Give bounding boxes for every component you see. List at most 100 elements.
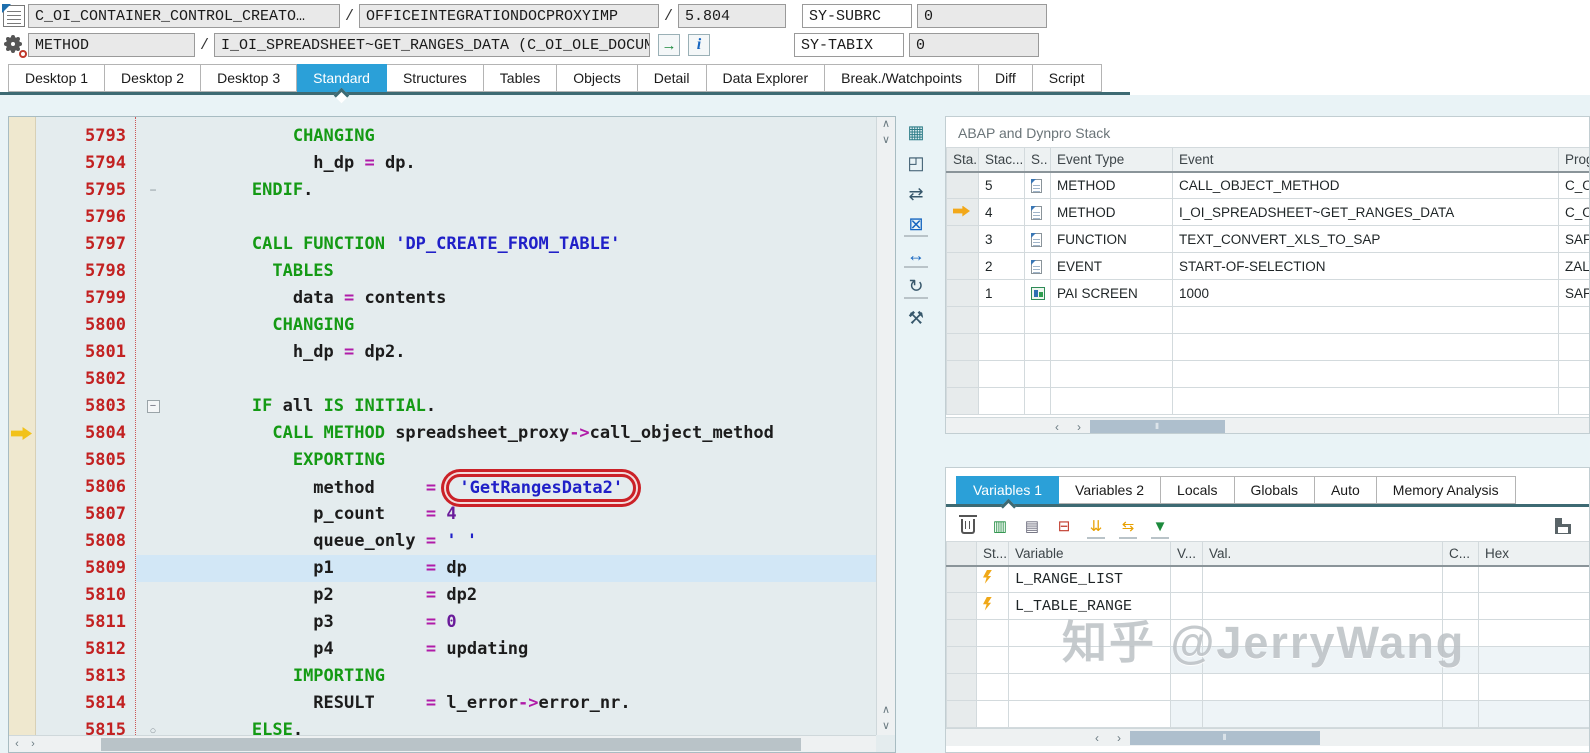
info-icon[interactable] bbox=[688, 34, 711, 56]
code-line[interactable]: 5814 RESULT = l_error->error_nr. bbox=[9, 690, 876, 717]
scroll-left-icon[interactable]: ‹ bbox=[1086, 731, 1108, 745]
stack-row[interactable]: 1 PAI SCREEN1000SAPMSS bbox=[946, 279, 1589, 307]
stack-col-header[interactable]: Program bbox=[1558, 147, 1589, 173]
class-name-field[interactable]: C_OI_CONTAINER_CONTROL_CREATO… bbox=[28, 4, 340, 28]
fold-collapse-icon[interactable]: − bbox=[146, 400, 160, 414]
line-margin[interactable] bbox=[9, 690, 36, 717]
vars-col-header[interactable]: Variable bbox=[1008, 541, 1171, 567]
scroll-up-icon[interactable]: ∧ bbox=[877, 117, 895, 133]
fold-margin[interactable] bbox=[136, 528, 170, 555]
stack-row[interactable]: 2 EVENTSTART-OF-SELECTIONZALV_JE bbox=[946, 252, 1589, 280]
variable-row[interactable]: L_RANGE_LIST bbox=[946, 565, 1589, 593]
line-margin[interactable] bbox=[9, 231, 36, 258]
line-margin[interactable] bbox=[9, 528, 36, 555]
stack-col-header[interactable]: Stac... bbox=[978, 147, 1025, 173]
fold-margin[interactable]: − bbox=[136, 393, 170, 420]
line-margin[interactable] bbox=[9, 474, 36, 501]
method-name-field[interactable]: I_OI_SPREADSHEET~GET_RANGES_DATA (C_OI_O… bbox=[214, 33, 651, 57]
variables-horizontal-scrollbar[interactable]: ‹ › ⦀ bbox=[946, 728, 1589, 746]
delete-icon[interactable] bbox=[958, 514, 978, 535]
line-margin[interactable] bbox=[9, 285, 36, 312]
code-line[interactable]: 5805 EXPORTING bbox=[9, 447, 876, 474]
code-line[interactable]: 5810 p2 = dp2 bbox=[9, 582, 876, 609]
fold-margin[interactable] bbox=[136, 123, 170, 150]
fold-margin[interactable] bbox=[136, 663, 170, 690]
line-margin[interactable] bbox=[9, 150, 36, 177]
code-line[interactable]: 5802 bbox=[9, 366, 876, 393]
variable-value[interactable] bbox=[1202, 592, 1443, 620]
line-margin[interactable] bbox=[9, 123, 36, 150]
tab-desktop-2[interactable]: Desktop 2 bbox=[105, 64, 202, 92]
line-margin[interactable] bbox=[9, 636, 36, 663]
code-line[interactable]: 5798 TABLES bbox=[9, 258, 876, 285]
code-line[interactable]: 5795 − ENDIF. bbox=[9, 177, 876, 204]
line-margin[interactable] bbox=[9, 204, 36, 231]
fold-margin[interactable] bbox=[136, 150, 170, 177]
fold-margin[interactable] bbox=[136, 258, 170, 285]
fold-margin[interactable] bbox=[136, 420, 170, 447]
variable-value[interactable] bbox=[1202, 565, 1443, 593]
goto-icon[interactable] bbox=[658, 34, 681, 56]
line-margin[interactable] bbox=[9, 177, 36, 204]
fold-margin[interactable] bbox=[136, 447, 170, 474]
new-session-icon[interactable]: ◰ bbox=[904, 151, 928, 175]
line-margin[interactable] bbox=[9, 258, 36, 285]
sy-subrc-label[interactable]: SY-SUBRC bbox=[802, 4, 913, 28]
scroll-up-icon[interactable]: ∧ bbox=[877, 703, 895, 719]
fold-margin[interactable] bbox=[136, 366, 170, 393]
sort-icon[interactable]: ⇊ bbox=[1086, 517, 1106, 539]
vars-col-header[interactable]: V... bbox=[1170, 541, 1203, 567]
fold-margin[interactable] bbox=[136, 501, 170, 528]
line-margin[interactable] bbox=[9, 501, 36, 528]
tab-detail[interactable]: Detail bbox=[637, 64, 707, 92]
line-margin[interactable] bbox=[9, 420, 36, 447]
tab-auto[interactable]: Auto bbox=[1314, 476, 1377, 504]
tab-break-watchpoints[interactable]: Break./Watchpoints bbox=[825, 64, 979, 92]
tab-objects[interactable]: Objects bbox=[557, 64, 638, 92]
line-margin[interactable] bbox=[9, 366, 36, 393]
stack-row[interactable]: 4 METHOD I_OI_SPREADSHEET~GET_RANGES_DATA C… bbox=[946, 198, 1589, 226]
tab-script[interactable]: Script bbox=[1032, 64, 1102, 92]
code-line[interactable]: 5801 h_dp = dp2. bbox=[9, 339, 876, 366]
code-editor[interactable]: 5793 CHANGING 5794 h_dp = dp. 5795− ENDIF.… bbox=[8, 116, 896, 753]
sy-tabix-label[interactable]: SY-TABIX bbox=[794, 33, 905, 57]
line-margin[interactable] bbox=[9, 393, 36, 420]
scrollbar-thumb[interactable]: ⦀ bbox=[1130, 730, 1320, 745]
fold-margin[interactable] bbox=[136, 636, 170, 663]
fold-margin[interactable] bbox=[136, 312, 170, 339]
stack-col-header[interactable]: Sta... bbox=[946, 147, 979, 173]
code-line[interactable]: 5797 CALL FUNCTION 'DP_CREATE_FROM_TABLE… bbox=[9, 231, 876, 258]
stack-col-header[interactable]: Event Type bbox=[1050, 147, 1173, 173]
tab-diff[interactable]: Diff bbox=[978, 64, 1033, 92]
line-margin[interactable] bbox=[9, 582, 36, 609]
line-number-field[interactable]: 5.804 bbox=[678, 4, 787, 28]
code-line[interactable]: 5806 method = 'GetRangesData2' bbox=[9, 474, 876, 502]
tab-variables-2[interactable]: Variables 2 bbox=[1059, 476, 1162, 504]
code-line[interactable]: 5800 CHANGING bbox=[9, 312, 876, 339]
code-line[interactable]: 5804 CALL METHOD spreadsheet_proxy->call… bbox=[9, 420, 876, 447]
column-width-icon[interactable]: ↔ bbox=[904, 244, 928, 268]
editor-vertical-scrollbar[interactable]: ∧ ∨ ∧ ∨ bbox=[876, 117, 895, 735]
tab-locals[interactable]: Locals bbox=[1161, 476, 1235, 504]
create-variable-icon[interactable]: ▥ bbox=[990, 517, 1010, 535]
fold-margin[interactable] bbox=[136, 231, 170, 258]
code-line[interactable]: 5809 p1 = dp bbox=[9, 555, 876, 582]
line-margin[interactable] bbox=[9, 609, 36, 636]
code-line[interactable]: 5799 data = contents bbox=[9, 285, 876, 312]
code-line[interactable]: 5811 p3 = 0 bbox=[9, 609, 876, 636]
line-margin[interactable] bbox=[9, 339, 36, 366]
editor-horizontal-scrollbar[interactable]: ‹ › bbox=[9, 735, 876, 752]
line-margin[interactable] bbox=[9, 663, 36, 690]
fold-margin[interactable] bbox=[136, 339, 170, 366]
fold-margin[interactable] bbox=[136, 582, 170, 609]
line-margin[interactable] bbox=[9, 312, 36, 339]
scroll-right-icon[interactable]: › bbox=[25, 738, 41, 750]
fold-margin[interactable] bbox=[136, 285, 170, 312]
services-icon[interactable]: ▼ bbox=[1150, 517, 1170, 539]
refresh-icon[interactable]: ↻ bbox=[904, 275, 928, 299]
tools-icon[interactable]: ⚒ bbox=[904, 306, 928, 330]
code-line[interactable]: 5793 CHANGING bbox=[9, 123, 876, 150]
swap-views-icon[interactable]: ⇄ bbox=[904, 182, 928, 206]
select-variables-icon[interactable]: ▤ bbox=[1022, 517, 1042, 535]
fold-margin[interactable] bbox=[136, 690, 170, 717]
